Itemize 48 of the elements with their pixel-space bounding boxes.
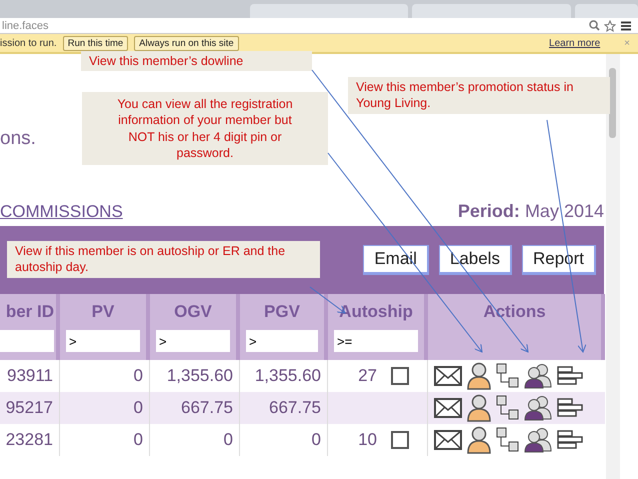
zoom-icon[interactable] [589,20,600,31]
filter-field[interactable] [0,330,54,352]
bar-chart-icon[interactable] [556,429,584,451]
hierarchy-icon[interactable] [496,395,520,421]
period-text: Period: May 2014 [458,201,604,222]
filter-field[interactable]: > [246,330,318,352]
section-title[interactable]: COMMISSIONS [0,202,123,222]
hierarchy-icon[interactable] [496,427,520,453]
table-cell: 0 [150,424,240,456]
intro-text: ons. [0,128,36,149]
infobar-button[interactable]: Always run on this site [134,36,239,50]
table-cell: 95217 [0,392,60,424]
menu-icon[interactable] [620,20,632,30]
callout-note: You can view all the registration information of your member but NOT his or her 4 digit pin or password. [82,92,328,165]
people-icon[interactable] [524,363,552,389]
autoship-day: 27 [358,366,377,386]
callout-note: View this member’s dowline [81,51,312,72]
table-cell: 0 [60,424,150,456]
hierarchy-icon[interactable] [496,363,520,389]
callout-note: View if this member is on autoship or ER and the autoship day. [7,241,320,278]
people-icon[interactable] [524,427,552,453]
address-bar[interactable]: line.faces [2,20,585,32]
scrollbar[interactable] [606,54,620,479]
envelope-icon[interactable] [434,429,462,451]
table-cell: 0 [60,392,150,424]
callout-note: View this member’s promotion status in Young Living. [348,77,610,114]
bar-chart-icon[interactable] [556,365,584,387]
table-cell: 667.75 [240,392,328,424]
envelope-icon[interactable] [434,365,462,387]
autoship-checkbox[interactable] [391,367,409,385]
filter-field[interactable]: > [156,330,230,352]
autoship-day: 10 [358,430,377,450]
table-cell: 0 [240,424,328,456]
envelope-icon[interactable] [434,397,462,419]
bar-chart-icon[interactable] [556,397,584,419]
infobar-button[interactable]: Run this time [62,36,128,50]
person-icon[interactable] [466,362,492,390]
infobar-message: ission to run. [0,38,57,48]
filter-field[interactable]: >= [334,330,418,352]
people-icon[interactable] [524,395,552,421]
star-icon[interactable] [604,20,616,32]
filter-field[interactable]: > [66,330,140,352]
learn-more-link[interactable]: Learn more [549,38,600,48]
table-cell: 667.75 [150,392,240,424]
person-icon[interactable] [466,426,492,454]
person-icon[interactable] [466,394,492,422]
table-cell: 23281 [0,424,60,456]
autoship-checkbox[interactable] [391,431,409,449]
